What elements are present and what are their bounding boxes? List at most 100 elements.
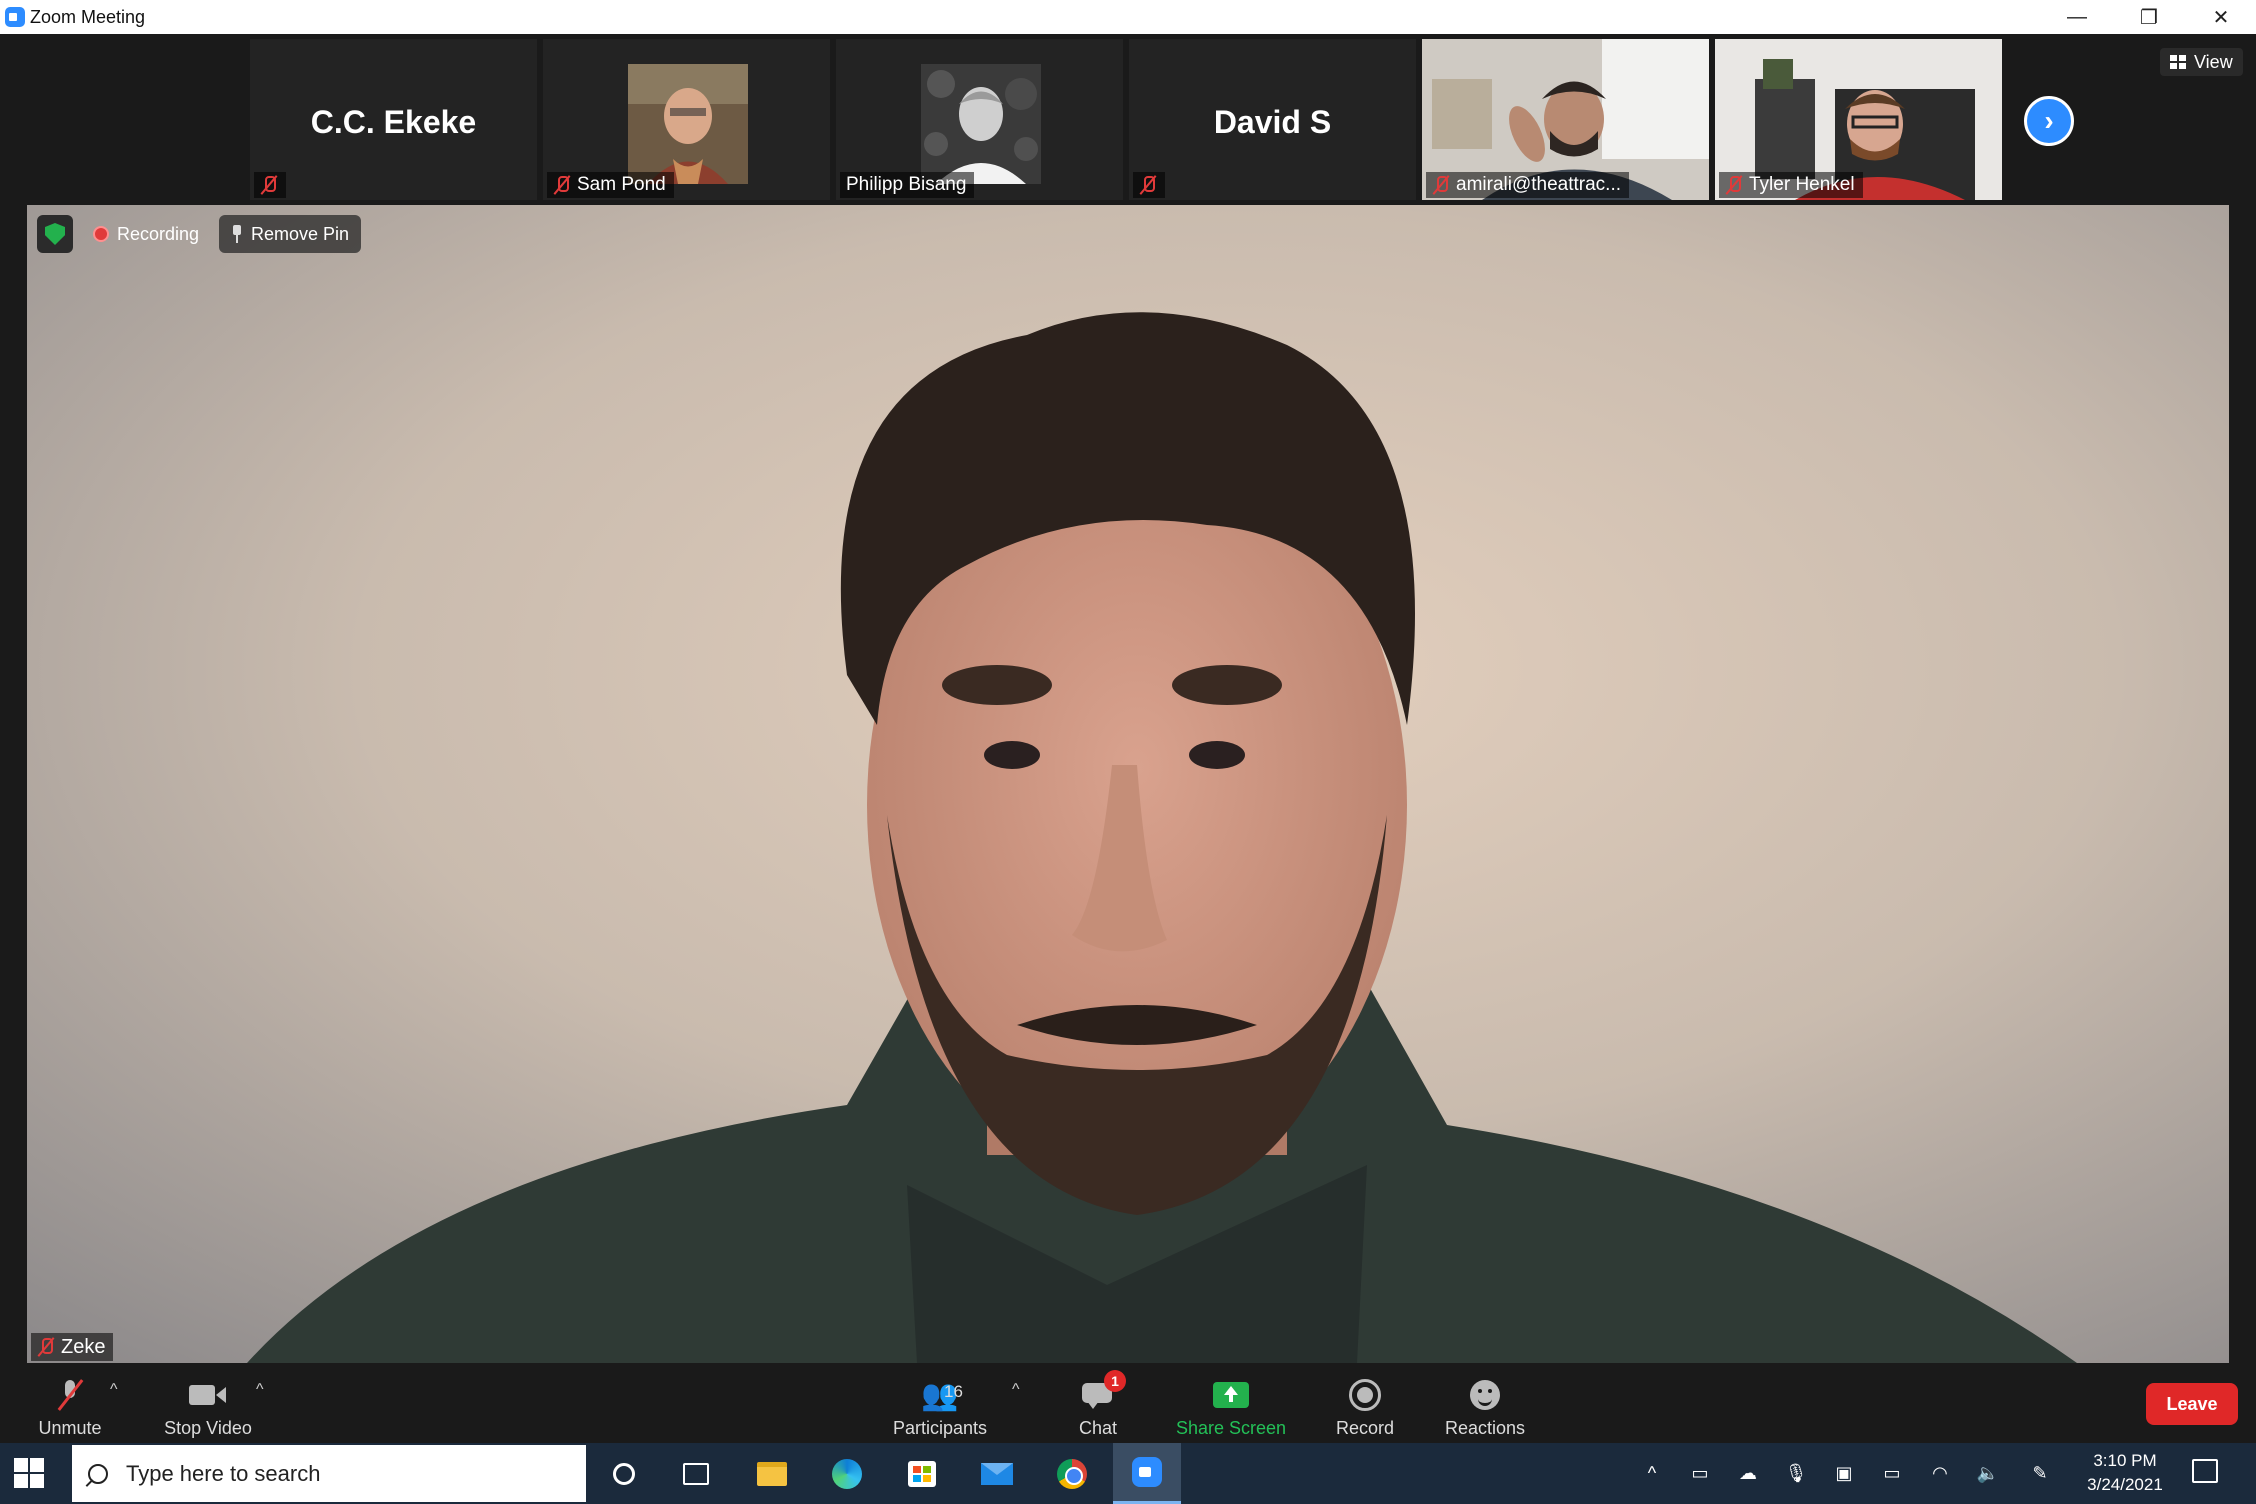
stop-video-button[interactable]: Stop Video [158,1373,258,1439]
sam-pond-avatar [628,64,748,184]
speaker-label: Zeke [31,1333,114,1361]
chat-label: Chat [1078,1418,1118,1438]
store-icon [908,1460,936,1487]
search-icon [88,1463,108,1484]
share-screen-icon [1213,1382,1249,1408]
zoom-icon [1132,1457,1162,1487]
task-view-icon [683,1462,709,1485]
participant-name: C.C. Ekeke [310,104,477,140]
view-button[interactable]: View [2160,48,2243,76]
show-hidden-icons-chevron-icon[interactable]: ^ [1640,1461,1664,1485]
taskbar-clock[interactable]: 3:10 PM 3/24/2021 [2070,1449,2180,1497]
audio-options-chevron-icon[interactable]: ^ [110,1381,118,1399]
reactions-label: Reactions [1444,1418,1526,1438]
video-camera-icon [189,1383,227,1407]
meeting-toolbar: Unmute ^ Stop Video ^ 👥 16 Participants … [0,1363,2256,1443]
recording-dot-icon [93,226,109,242]
store-button[interactable] [888,1443,956,1504]
main-speaker-video: Recording Remove Pin Zeke [27,205,2229,1363]
participant-label: Philipp Bisang [840,172,975,198]
chrome-button[interactable] [1038,1443,1106,1504]
participant-label [1133,172,1165,198]
volume-icon[interactable]: 🔈 [1976,1461,2000,1485]
muted-mic-icon [1139,175,1157,195]
muted-mic-icon [37,1337,55,1357]
chrome-icon [1057,1458,1087,1489]
search-placeholder: Type here to search [126,1460,321,1486]
muted-mic-icon [260,175,278,195]
window-title: Zoom Meeting [30,7,146,27]
participant-tile-cc-ekeke[interactable]: C.C. Ekeke [250,39,537,200]
record-button[interactable]: Record [1330,1373,1400,1439]
close-button[interactable]: ✕ [2194,0,2248,34]
zoom-taskbar-button[interactable] [1113,1443,1181,1504]
stop-video-label: Stop Video [164,1418,252,1438]
pin-icon [231,225,243,243]
folder-icon [757,1461,787,1486]
reactions-button[interactable]: Reactions [1442,1373,1528,1439]
cortana-icon [613,1462,635,1485]
onedrive-icon[interactable]: ☁ [1736,1461,1760,1485]
edge-button[interactable] [813,1443,881,1504]
taskbar-search-box[interactable]: Type here to search [72,1445,586,1502]
battery-icon[interactable]: ▭ [1880,1461,1904,1485]
cortana-button[interactable] [590,1443,658,1504]
participant-name: Sam Pond [577,174,666,195]
participants-options-chevron-icon[interactable]: ^ [1012,1381,1020,1399]
remove-pin-label: Remove Pin [251,223,350,244]
recording-label: Recording [117,223,200,244]
share-screen-button[interactable]: Share Screen [1172,1373,1290,1439]
clock-time: 3:10 PM [2093,1451,2157,1470]
display-icon[interactable]: ▣ [1832,1461,1856,1485]
smiley-icon [1470,1380,1500,1410]
participants-button[interactable]: 👥 16 Participants [886,1373,994,1439]
chat-button[interactable]: 1 Chat [1066,1370,1130,1439]
chat-unread-badge: 1 [1104,1370,1126,1392]
grid-view-icon [2170,55,2186,69]
encryption-shield-button[interactable] [37,215,73,253]
title-bar: Zoom Meeting — ❐ ✕ [0,0,2256,34]
meet-now-icon[interactable]: ▭ [1688,1461,1712,1485]
participant-name: Philipp Bisang [846,174,967,195]
mail-button[interactable] [963,1443,1031,1504]
participant-strip: C.C. Ekeke Sam Pond Philipp Bisang David… [0,34,2256,204]
recording-indicator[interactable]: Recording [81,215,211,253]
participant-tile-sam-pond[interactable]: Sam Pond [543,39,830,200]
participant-tile-david-s[interactable]: David S [1129,39,1416,200]
file-explorer-button[interactable] [738,1443,806,1504]
share-screen-label: Share Screen [1175,1418,1287,1438]
view-label: View [2194,51,2233,72]
mail-icon [981,1462,1013,1485]
windows-start-icon[interactable] [14,1458,44,1488]
participants-count: 16 [944,1382,963,1401]
shield-icon [45,223,65,245]
remove-pin-button[interactable]: Remove Pin [219,215,362,253]
windows-taskbar: Type here to search ^ ▭ ☁ 🎙 ▣ ▭ ◠ 🔈 ✎ 3:… [0,1443,2256,1504]
notifications-icon[interactable] [2192,1459,2218,1483]
participant-tile-tyler-henkel[interactable]: Tyler Henkel [1715,39,2002,200]
restore-button[interactable]: ❐ [2122,0,2176,34]
record-label: Record [1335,1418,1395,1438]
zoom-logo-icon [5,7,25,27]
edge-icon [832,1458,862,1489]
participant-label: Tyler Henkel [1719,172,1863,198]
speaker-video-frame [27,205,2229,1363]
muted-microphone-icon [58,1378,82,1412]
video-options-chevron-icon[interactable]: ^ [256,1381,264,1399]
unmute-button[interactable]: Unmute [30,1373,110,1439]
chevron-right-icon: › [2044,105,2054,136]
microphone-icon[interactable]: 🎙 [1784,1461,1808,1485]
participant-tile-philipp-bisang[interactable]: Philipp Bisang [836,39,1123,200]
participant-label: Sam Pond [547,172,674,198]
task-view-button[interactable] [662,1443,730,1504]
participant-tile-amirali[interactable]: amirali@theattrac... [1422,39,1709,200]
participants-label: Participants [892,1418,988,1438]
next-page-button[interactable]: › [2024,96,2074,146]
speaker-name: Zeke [61,1335,106,1358]
record-icon [1349,1379,1381,1411]
leave-button[interactable]: Leave [2146,1383,2238,1425]
participant-label [254,172,286,198]
pen-icon[interactable]: ✎ [2028,1461,2052,1485]
minimize-button[interactable]: — [2050,0,2104,34]
wifi-icon[interactable]: ◠ [1928,1461,1952,1485]
